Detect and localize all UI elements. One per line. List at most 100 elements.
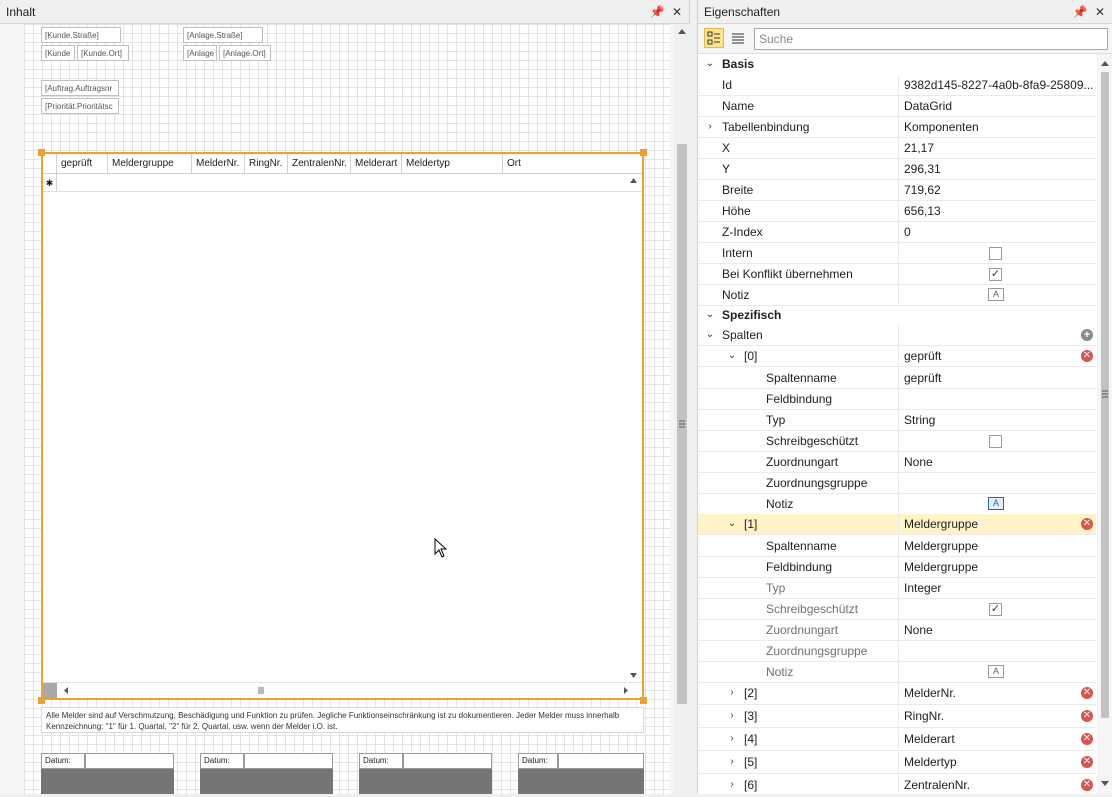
property-row[interactable]: Zuordnungsgruppe xyxy=(698,473,1096,494)
collection-item[interactable]: ⌄ [1] Meldergruppe ✕ xyxy=(698,514,1096,535)
close-icon[interactable]: ✕ xyxy=(1092,4,1108,20)
chevron-right-icon[interactable]: › xyxy=(704,117,716,137)
property-value[interactable]: 9382d145-8227-4a0b-8fa9-25809... xyxy=(898,75,1095,95)
grid-column-header[interactable]: Meldergruppe xyxy=(108,154,192,173)
category-basis[interactable]: ⌄ Basis xyxy=(698,54,1096,75)
note-icon[interactable]: A xyxy=(988,288,1004,301)
search-input[interactable] xyxy=(754,28,1108,50)
property-row[interactable]: Id 9382d145-8227-4a0b-8fa9-25809... xyxy=(698,75,1096,96)
property-row[interactable]: X 21,17 xyxy=(698,138,1096,159)
data-grid[interactable]: geprüft Meldergruppe MelderNr. RingNr. Z… xyxy=(41,152,644,700)
readonly-checkbox[interactable]: ✓ xyxy=(989,603,1002,616)
property-row[interactable]: Y 296,31 xyxy=(698,159,1096,180)
resize-handle[interactable] xyxy=(38,149,45,156)
conflict-checkbox[interactable]: ✓ xyxy=(989,268,1002,281)
property-row[interactable]: Feldbindung Meldergruppe xyxy=(698,557,1096,578)
property-row[interactable]: Typ String xyxy=(698,410,1096,431)
category-specific[interactable]: ⌄ Spezifisch xyxy=(698,305,1096,326)
collection-item[interactable]: › [6] ZentralenNr. ✕ xyxy=(698,774,1096,794)
property-value[interactable]: geprüft xyxy=(898,368,1095,388)
property-row[interactable]: Zuordnungart None xyxy=(698,620,1096,641)
property-value[interactable]: 719,62 xyxy=(898,180,1095,200)
property-row[interactable]: Schreibgeschützt xyxy=(698,431,1096,452)
close-icon[interactable]: ✕ xyxy=(669,4,685,20)
grid-column-header[interactable]: ZentralenNr. xyxy=(288,154,351,173)
field-anlage-ort[interactable]: [Anlage.Ort] xyxy=(219,45,271,61)
date-block[interactable]: Datum: xyxy=(359,753,492,794)
property-row[interactable]: ⌄ Spalten + xyxy=(698,325,1096,346)
delete-icon[interactable]: ✕ xyxy=(1081,518,1093,530)
property-value[interactable]: Komponenten xyxy=(898,117,1095,137)
property-value[interactable] xyxy=(898,473,1095,493)
add-icon[interactable]: + xyxy=(1081,329,1093,341)
delete-icon[interactable]: ✕ xyxy=(1081,733,1093,745)
property-value[interactable]: String xyxy=(898,410,1095,430)
grid-column-header[interactable]: RingNr. xyxy=(245,154,288,173)
delete-icon[interactable]: ✕ xyxy=(1081,687,1093,699)
property-value[interactable]: None xyxy=(898,620,1095,640)
property-value[interactable] xyxy=(898,389,1095,409)
date-value[interactable] xyxy=(558,753,644,769)
grid-vertical-scrollbar[interactable] xyxy=(625,174,642,682)
property-row[interactable]: Notiz A xyxy=(698,494,1096,515)
property-row[interactable]: Spaltenname Meldergruppe xyxy=(698,536,1096,557)
property-value[interactable]: 0 xyxy=(898,222,1095,242)
date-value[interactable] xyxy=(403,753,492,769)
property-value[interactable]: 656,13 xyxy=(898,201,1095,221)
chevron-right-icon[interactable]: › xyxy=(726,706,738,726)
pin-icon[interactable]: 📌 xyxy=(649,4,665,20)
grid-column-header[interactable]: Melderart xyxy=(351,154,402,173)
property-row[interactable]: Spaltenname geprüft xyxy=(698,368,1096,389)
collection-item[interactable]: › [5] Meldertyp ✕ xyxy=(698,751,1096,774)
date-block[interactable]: Datum: xyxy=(41,753,174,794)
property-row[interactable]: Bei Konflikt übernehmen ✓ xyxy=(698,264,1096,285)
chevron-right-icon[interactable]: › xyxy=(726,729,738,749)
property-row[interactable]: Feldbindung xyxy=(698,389,1096,410)
field-auftrag[interactable]: [Auftrag.Auftragsnr xyxy=(41,80,119,96)
alphabetical-view-button[interactable] xyxy=(728,28,748,48)
date-value[interactable] xyxy=(85,753,174,769)
field-kunde-name[interactable]: [Kunde xyxy=(41,45,75,61)
chevron-right-icon[interactable]: › xyxy=(726,683,738,703)
collection-item[interactable]: ⌄ [0] geprüft ✕ xyxy=(698,346,1096,367)
date-block[interactable]: Datum: xyxy=(518,753,644,794)
delete-icon[interactable]: ✕ xyxy=(1081,710,1093,722)
canvas-vertical-scrollbar[interactable] xyxy=(674,24,690,794)
property-row[interactable]: Höhe 656,13 xyxy=(698,201,1096,222)
property-value[interactable] xyxy=(898,641,1095,661)
property-row[interactable]: Schreibgeschützt ✓ xyxy=(698,599,1096,620)
chevron-down-icon[interactable]: ⌄ xyxy=(704,305,716,325)
grid-new-row[interactable]: ✱ xyxy=(43,174,642,192)
property-value[interactable]: Integer xyxy=(898,578,1095,598)
delete-icon[interactable]: ✕ xyxy=(1081,756,1093,768)
chevron-right-icon[interactable]: › xyxy=(726,775,738,794)
field-anlage-strasse[interactable]: [Anlage.Straße] xyxy=(183,27,263,43)
property-value[interactable]: Meldergruppe xyxy=(898,536,1095,556)
field-kunde-ort[interactable]: [Kunde.Ort] xyxy=(77,45,129,61)
delete-icon[interactable]: ✕ xyxy=(1081,779,1093,791)
properties-vertical-scrollbar[interactable] xyxy=(1097,54,1112,794)
field-kunde-strasse[interactable]: [Kunde.Straße] xyxy=(41,27,121,43)
grid-column-header[interactable]: MelderNr. xyxy=(192,154,245,173)
resize-handle[interactable] xyxy=(640,149,647,156)
property-row[interactable]: Intern xyxy=(698,243,1096,264)
delete-icon[interactable]: ✕ xyxy=(1081,350,1093,362)
chevron-down-icon[interactable]: ⌄ xyxy=(704,325,716,345)
property-value[interactable]: 21,17 xyxy=(898,138,1095,158)
resize-handle[interactable] xyxy=(640,697,647,704)
intern-checkbox[interactable] xyxy=(989,247,1002,260)
grid-column-header[interactable]: Meldertyp xyxy=(402,154,503,173)
grid-column-header[interactable]: geprüft xyxy=(57,154,108,173)
property-value[interactable]: 296,31 xyxy=(898,159,1095,179)
property-row[interactable]: Notiz A xyxy=(698,662,1096,683)
property-row[interactable]: Zuordnungsgruppe xyxy=(698,641,1096,662)
categorized-view-button[interactable] xyxy=(704,28,724,48)
date-block[interactable]: Datum: xyxy=(200,753,333,794)
property-row[interactable]: Name DataGrid xyxy=(698,96,1096,117)
collection-item[interactable]: › [3] RingNr. ✕ xyxy=(698,705,1096,728)
footer-note[interactable]: Alle Melder sind auf Verschmutzung, Besc… xyxy=(41,707,644,733)
field-anlage-name[interactable]: [Anlage xyxy=(183,45,217,61)
property-row[interactable]: Notiz A xyxy=(698,285,1096,306)
grid-horizontal-scrollbar[interactable] xyxy=(43,682,642,698)
property-value[interactable]: None xyxy=(898,452,1095,472)
